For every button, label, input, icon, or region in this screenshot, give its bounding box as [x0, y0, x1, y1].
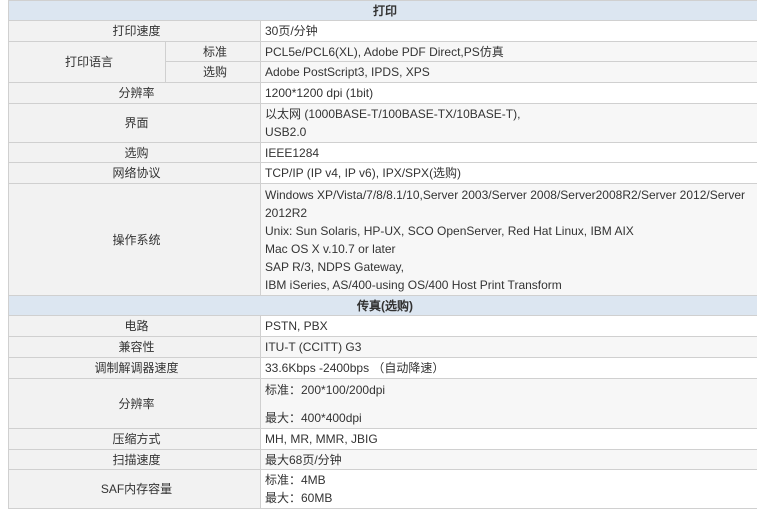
row-print-protocol: 网络协议 TCP/IP (IP v4, IP v6), IPX/SPX(选购)	[8, 162, 757, 184]
fax-memory-std: 标准：4MB	[265, 473, 326, 487]
label-print-lang-opt: 选购	[165, 61, 261, 83]
label-fax-memory: SAF内存容量	[8, 469, 261, 509]
section-title-print: 打印	[8, 0, 757, 21]
row-print-speed: 打印速度 30页/分钟	[8, 20, 757, 42]
section-header-print: 打印	[8, 0, 757, 21]
value-print-resolution: 1200*1200 dpi (1bit)	[260, 82, 757, 104]
os-line: Mac OS X v.10.7 or later	[265, 241, 396, 256]
row-fax-compression: 压缩方式 MH, MR, MMR, JBIG	[8, 428, 757, 450]
os-line: Windows XP/Vista/7/8/8.1/10,Server 2003/…	[265, 187, 746, 202]
value-fax-resolution: 标准：200*100/200dpi 最大：400*400dpi	[260, 378, 757, 429]
row-print-option: 选购 IEEE1284	[8, 142, 757, 163]
os-line: IBM iSeries, AS/400-using OS/400 Host Pr…	[265, 277, 562, 292]
section-header-fax: 传真(选购)	[8, 295, 757, 316]
value-print-lang-opt: Adobe PostScript3, IPDS, XPS	[260, 61, 757, 83]
row-fax-modem: 调制解调器速度 33.6Kbps -2400bps （自动降速）	[8, 357, 757, 379]
os-line: Unix: Sun Solaris, HP-UX, SCO OpenServer…	[265, 223, 634, 238]
label-print-interface: 界面	[8, 103, 261, 143]
value-fax-scan: 最大68页/分钟	[260, 449, 757, 470]
row-fax-circuit: 电路 PSTN, PBX	[8, 315, 757, 337]
label-fax-circuit: 电路	[8, 315, 261, 337]
value-fax-memory: 标准：4MB 最大：60MB	[260, 469, 757, 509]
label-fax-scan: 扫描速度	[8, 449, 261, 470]
label-print-os: 操作系统	[8, 183, 261, 296]
row-print-interface: 界面 以太网 (1000BASE-T/100BASE-TX/10BASE-T),…	[8, 103, 757, 143]
label-fax-compat: 兼容性	[8, 336, 261, 358]
label-print-resolution: 分辨率	[8, 82, 261, 104]
value-print-protocol: TCP/IP (IP v4, IP v6), IPX/SPX(选购)	[260, 162, 757, 184]
row-print-os: 操作系统 Windows XP/Vista/7/8/8.1/10,Server …	[8, 183, 757, 296]
value-fax-modem: 33.6Kbps -2400bps （自动降速）	[260, 357, 757, 379]
row-fax-scan: 扫描速度 最大68页/分钟	[8, 449, 757, 470]
value-print-lang-std: PCL5e/PCL6(XL), Adobe PDF Direct,PS仿真	[260, 41, 757, 62]
row-fax-compat: 兼容性 ITU-T (CCITT) G3	[8, 336, 757, 358]
label-fax-resolution: 分辨率	[8, 378, 261, 429]
value-print-option: IEEE1284	[260, 142, 757, 163]
label-print-option: 选购	[8, 142, 261, 163]
interface-line: USB2.0	[265, 125, 307, 139]
value-print-os: Windows XP/Vista/7/8/8.1/10,Server 2003/…	[260, 183, 757, 296]
interface-line: 以太网 (1000BASE-T/100BASE-TX/10BASE-T),	[265, 107, 521, 121]
row-print-resolution: 分辨率 1200*1200 dpi (1bit)	[8, 82, 757, 104]
fax-resolution-max: 最大：400*400dpi	[265, 410, 362, 425]
label-print-speed: 打印速度	[8, 20, 261, 42]
value-fax-compat: ITU-T (CCITT) G3	[260, 336, 757, 358]
spec-table: 打印 打印速度 30页/分钟 打印语言 标准 PCL5e/PCL6(XL), A…	[8, 0, 757, 509]
row-print-lang-std: 打印语言 标准 PCL5e/PCL6(XL), Adobe PDF Direct…	[8, 41, 757, 83]
os-line: SAP R/3, NDPS Gateway,	[265, 259, 404, 274]
row-fax-resolution: 分辨率 标准：200*100/200dpi 最大：400*400dpi	[8, 378, 757, 429]
label-print-lang-std: 标准	[165, 41, 261, 62]
value-fax-circuit: PSTN, PBX	[260, 315, 757, 337]
value-print-speed: 30页/分钟	[260, 20, 757, 42]
value-print-interface: 以太网 (1000BASE-T/100BASE-TX/10BASE-T), US…	[260, 103, 757, 143]
label-print-protocol: 网络协议	[8, 162, 261, 184]
section-title-fax: 传真(选购)	[8, 295, 757, 316]
label-fax-modem: 调制解调器速度	[8, 357, 261, 379]
os-line: 2012R2	[265, 205, 308, 220]
fax-memory-max: 最大：60MB	[265, 491, 333, 505]
row-fax-memory: SAF内存容量 标准：4MB 最大：60MB	[8, 469, 757, 509]
label-print-lang: 打印语言	[8, 41, 166, 83]
value-fax-compression: MH, MR, MMR, JBIG	[260, 428, 757, 450]
fax-resolution-std: 标准：200*100/200dpi	[265, 382, 386, 397]
label-fax-compression: 压缩方式	[8, 428, 261, 450]
